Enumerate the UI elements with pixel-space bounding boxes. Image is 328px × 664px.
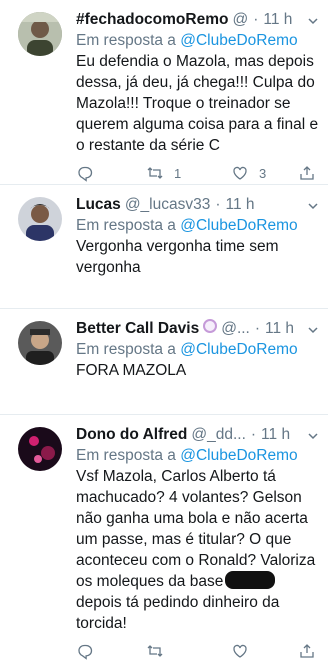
reply-icon: [78, 644, 93, 660]
chevron-down-icon[interactable]: [308, 325, 318, 335]
retweet-button[interactable]: [146, 642, 164, 660]
reply-mention-link[interactable]: @ClubeDoRemo: [180, 341, 297, 358]
tweet-actions: [76, 642, 320, 664]
tweet-text: Vsf Mazola, Carlos Alberto tá machucado?…: [76, 466, 320, 634]
redaction-block: [225, 571, 276, 589]
retweet-button[interactable]: 1: [146, 164, 181, 182]
reply-context: Em resposta a @ClubeDoRemo: [76, 446, 320, 466]
reply-mention-link[interactable]: @ClubeDoRemo: [180, 32, 297, 49]
separator-dot: ·: [254, 320, 261, 337]
retweet-count: 1: [174, 165, 182, 181]
handle[interactable]: @: [232, 10, 248, 30]
retweet-icon: [147, 645, 163, 657]
reply-prefix: Em resposta a: [76, 341, 176, 358]
avatar[interactable]: [18, 12, 62, 56]
timestamp[interactable]: 11 h: [226, 195, 255, 215]
chevron-down-icon[interactable]: [308, 431, 318, 441]
timestamp[interactable]: 11 h: [265, 319, 294, 339]
display-name[interactable]: Better Call Davis: [76, 319, 199, 339]
display-name[interactable]: #fechadocomoRemo: [76, 10, 228, 30]
retweet-icon: [147, 167, 163, 179]
reply-context: Em resposta a @ClubeDoRemo: [76, 216, 320, 236]
avatar[interactable]: [18, 427, 62, 471]
reply-context: Em resposta a @ClubeDoRemo: [76, 340, 320, 360]
display-name[interactable]: Dono do Alfred: [76, 425, 187, 445]
separator-dot: ·: [253, 11, 259, 28]
handle[interactable]: @...: [221, 319, 250, 339]
separator-dot: ·: [215, 196, 221, 213]
handle[interactable]: @_dd...: [191, 425, 246, 445]
tweet-text-part-2: depois tá pedindo dinheiro da torcida!: [76, 594, 280, 632]
heart-icon: [233, 644, 247, 658]
tweet-3[interactable]: Better Call Davis @... · 11 h Em respost…: [0, 309, 328, 415]
like-button[interactable]: 3: [231, 164, 266, 182]
avatar[interactable]: [18, 321, 62, 365]
separator-dot: ·: [250, 426, 257, 443]
tweet-text-part-1: Vsf Mazola, Carlos Alberto tá machucado?…: [76, 468, 316, 590]
share-icon: [300, 166, 314, 180]
tweet-2[interactable]: Lucas @_lucasv33 · 11 h Em resposta a @C…: [0, 185, 328, 309]
tweet-actions: 1 3: [76, 164, 320, 186]
avatar[interactable]: [18, 197, 62, 241]
tweet-1[interactable]: #fechadocomoRemo @ · 11 h Em resposta a …: [0, 0, 328, 185]
tweet-text: FORA MAZOLA: [76, 362, 187, 379]
heart-icon: [233, 166, 247, 180]
tweet-4[interactable]: Dono do Alfred @_dd... · 11 h Em respost…: [0, 415, 328, 660]
tweet-text: Eu defendia o Mazola, mas depois dessa, …: [76, 53, 319, 154]
reply-prefix: Em resposta a: [76, 217, 176, 234]
handle[interactable]: @_lucasv33: [125, 195, 211, 215]
timestamp[interactable]: 11 h: [261, 425, 290, 445]
reply-button[interactable]: [76, 642, 94, 660]
reply-button[interactable]: [76, 164, 94, 182]
reply-prefix: Em resposta a: [76, 447, 176, 464]
reply-context: Em resposta a @ClubeDoRemo: [76, 31, 320, 51]
reply-prefix: Em resposta a: [76, 32, 176, 49]
emoji-icon: [203, 319, 218, 333]
timestamp[interactable]: 11 h: [263, 10, 292, 30]
share-button[interactable]: [298, 642, 316, 660]
reply-mention-link[interactable]: @ClubeDoRemo: [180, 217, 297, 234]
like-button[interactable]: [231, 642, 249, 660]
reply-icon: [78, 166, 93, 182]
chevron-down-icon[interactable]: [308, 16, 318, 26]
tweet-text: Vergonha vergonha time sem vergonha: [76, 238, 279, 276]
share-button[interactable]: [298, 164, 316, 182]
display-name[interactable]: Lucas: [76, 195, 121, 215]
share-icon: [300, 644, 314, 658]
like-count: 3: [259, 165, 267, 181]
chevron-down-icon[interactable]: [308, 201, 318, 211]
reply-mention-link[interactable]: @ClubeDoRemo: [180, 447, 297, 464]
